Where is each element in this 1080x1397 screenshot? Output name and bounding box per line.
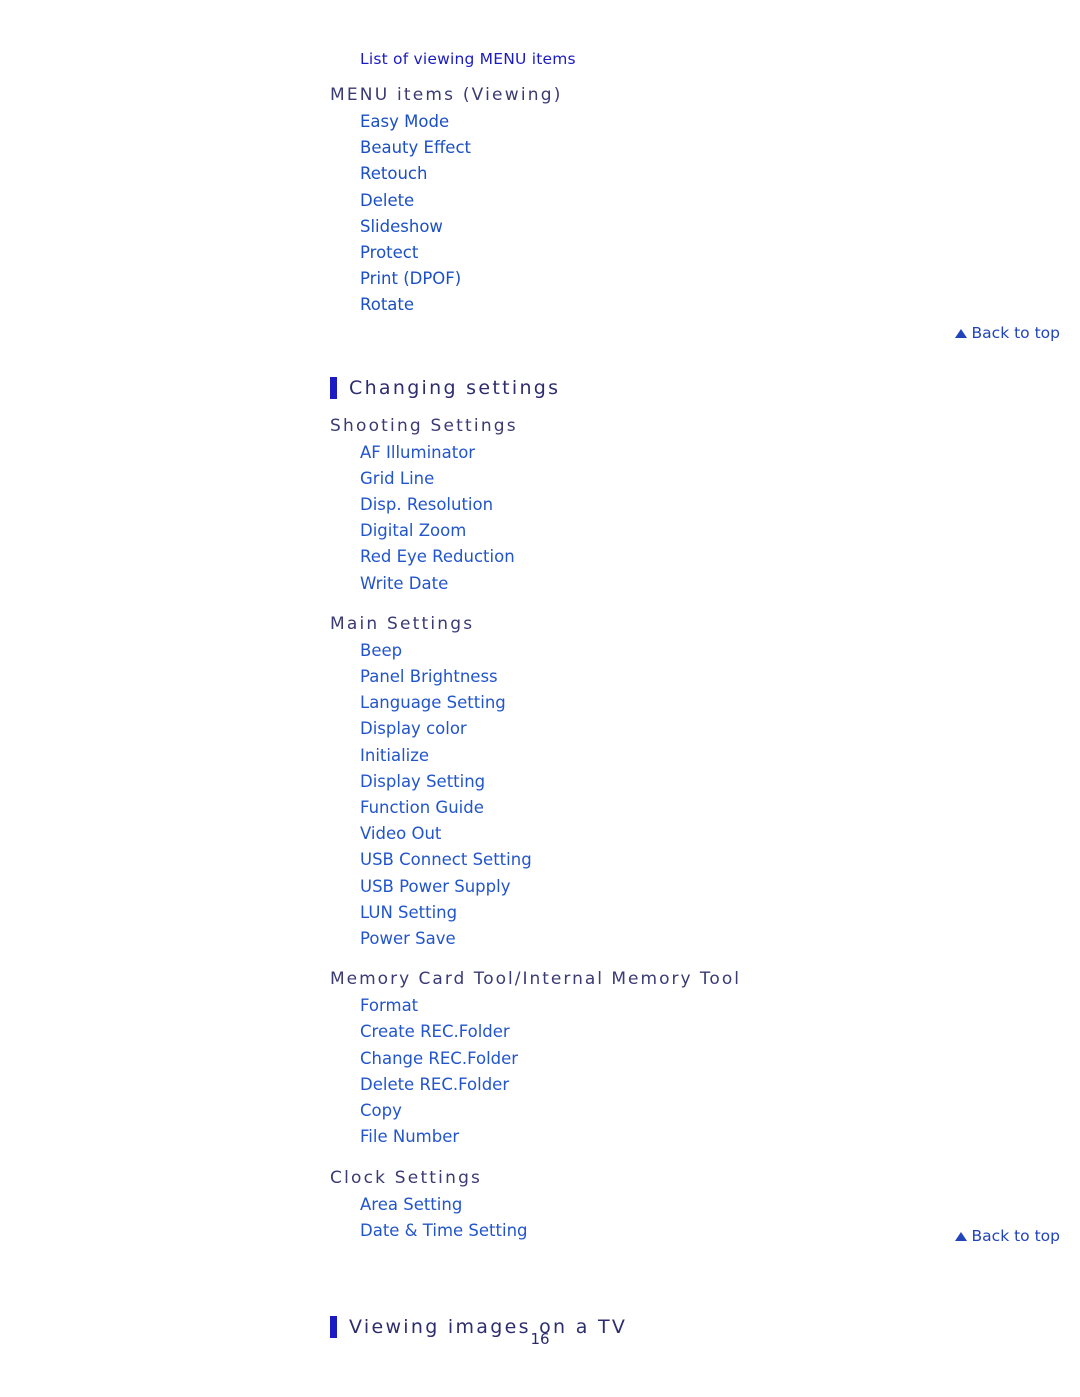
link-protect[interactable]: Protect <box>360 240 1080 266</box>
heading-main-settings: Main Settings <box>330 613 475 634</box>
link-retouch[interactable]: Retouch <box>360 161 1080 187</box>
link-print-dpof[interactable]: Print (DPOF) <box>360 266 1080 292</box>
triangle-up-icon <box>954 1231 967 1241</box>
back-to-top-label: Back to top <box>971 324 1060 342</box>
link-beep[interactable]: Beep <box>360 638 1080 664</box>
link-grid-line[interactable]: Grid Line <box>360 466 1080 492</box>
link-slideshow[interactable]: Slideshow <box>360 214 1080 240</box>
heading-menu-items-viewing: MENU items (Viewing) <box>330 85 563 105</box>
link-usb-power-supply[interactable]: USB Power Supply <box>360 874 1080 900</box>
link-lun-setting[interactable]: LUN Setting <box>360 900 1080 926</box>
link-copy[interactable]: Copy <box>360 1098 1080 1124</box>
link-list-main-settings: Beep Panel Brightness Language Setting D… <box>330 638 1080 952</box>
page-number: 16 <box>530 1330 550 1348</box>
heading-clock-settings: Clock Settings <box>330 1167 483 1188</box>
heading-changing-settings: Changing settings <box>330 376 1080 399</box>
link-list-of-viewing-menu-items[interactable]: List of viewing MENU items <box>330 0 1080 68</box>
heading-changing-settings-label: Changing settings <box>349 376 561 399</box>
document-page: List of viewing MENU items MENU items (V… <box>0 0 1080 1397</box>
link-display-setting[interactable]: Display Setting <box>360 769 1080 795</box>
link-file-number[interactable]: File Number <box>360 1124 1080 1150</box>
back-to-top-label: Back to top <box>971 1227 1060 1245</box>
link-write-date[interactable]: Write Date <box>360 571 1080 597</box>
link-create-rec-folder[interactable]: Create REC.Folder <box>360 1019 1080 1045</box>
link-language-setting[interactable]: Language Setting <box>360 690 1080 716</box>
link-delete-rec-folder[interactable]: Delete REC.Folder <box>360 1072 1080 1098</box>
page-content: List of viewing MENU items MENU items (V… <box>330 0 1080 1344</box>
link-format[interactable]: Format <box>360 993 1080 1019</box>
link-initialize[interactable]: Initialize <box>360 743 1080 769</box>
link-video-out[interactable]: Video Out <box>360 821 1080 847</box>
link-easy-mode[interactable]: Easy Mode <box>360 109 1080 135</box>
triangle-up-icon <box>954 328 967 338</box>
link-function-guide[interactable]: Function Guide <box>360 795 1080 821</box>
link-list-memory-card-tool: Format Create REC.Folder Change REC.Fold… <box>330 993 1080 1150</box>
link-list-menu-items-viewing: Easy Mode Beauty Effect Retouch Delete S… <box>330 109 1080 319</box>
back-to-top-link-2[interactable]: Back to top <box>954 1227 1060 1245</box>
link-display-color[interactable]: Display color <box>360 716 1080 742</box>
link-rotate[interactable]: Rotate <box>360 292 1080 318</box>
link-power-save[interactable]: Power Save <box>360 926 1080 952</box>
link-list-shooting-settings: AF Illuminator Grid Line Disp. Resolutio… <box>330 440 1080 597</box>
link-beauty-effect[interactable]: Beauty Effect <box>360 135 1080 161</box>
link-change-rec-folder[interactable]: Change REC.Folder <box>360 1046 1080 1072</box>
link-panel-brightness[interactable]: Panel Brightness <box>360 664 1080 690</box>
link-digital-zoom[interactable]: Digital Zoom <box>360 518 1080 544</box>
link-red-eye-reduction[interactable]: Red Eye Reduction <box>360 544 1080 570</box>
link-delete[interactable]: Delete <box>360 188 1080 214</box>
heading-memory-card-tool: Memory Card Tool/Internal Memory Tool <box>330 969 741 990</box>
link-disp-resolution[interactable]: Disp. Resolution <box>360 492 1080 518</box>
link-area-setting[interactable]: Area Setting <box>360 1192 1080 1218</box>
heading-shooting-settings: Shooting Settings <box>330 415 518 436</box>
back-to-top-link-1[interactable]: Back to top <box>954 324 1060 342</box>
link-usb-connect-setting[interactable]: USB Connect Setting <box>360 847 1080 873</box>
link-af-illuminator[interactable]: AF Illuminator <box>360 440 1080 466</box>
section-bar-marker <box>330 376 337 399</box>
